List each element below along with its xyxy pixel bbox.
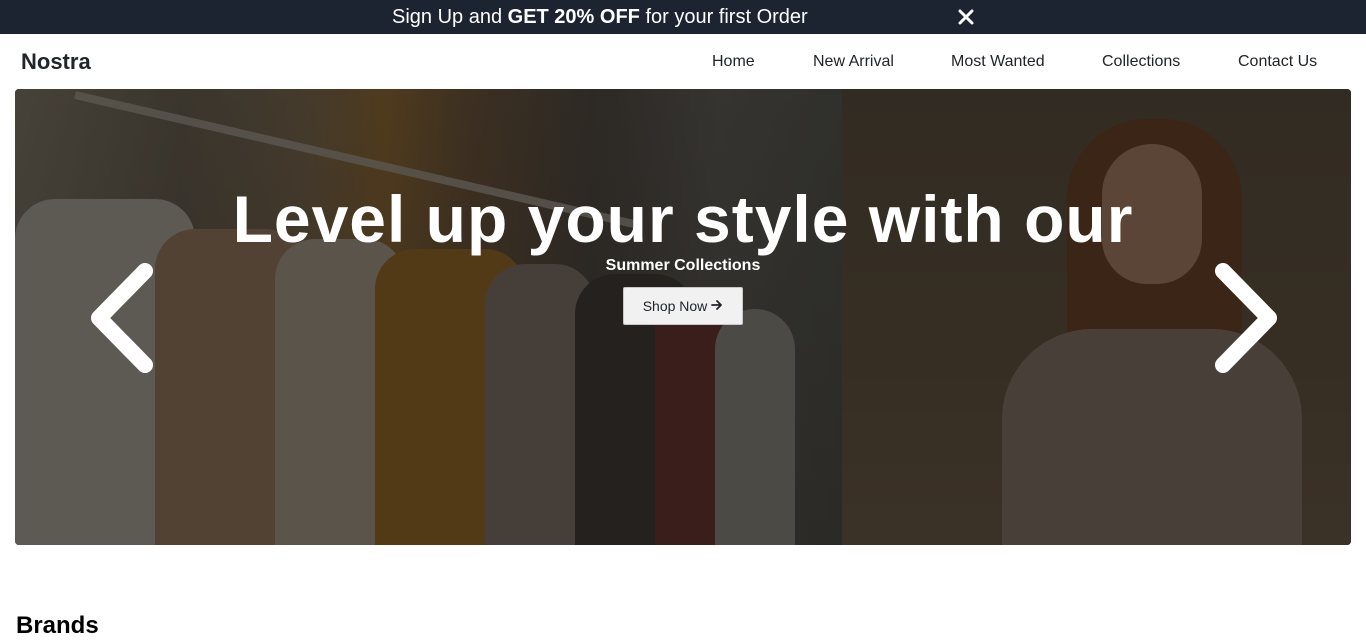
nav-link-contact-us[interactable]: Contact Us xyxy=(1238,53,1317,71)
close-icon[interactable] xyxy=(956,6,976,28)
nav-link-home[interactable]: Home xyxy=(712,53,755,71)
shop-now-label: Shop Now xyxy=(642,298,708,314)
chevron-left-icon[interactable] xyxy=(87,263,157,373)
arrow-right-icon xyxy=(711,298,723,314)
nav-link-collections[interactable]: Collections xyxy=(1102,53,1180,71)
announcement-text: Sign Up and GET 20% OFF for your first O… xyxy=(392,6,808,29)
announcement-highlight: GET 20% OFF xyxy=(507,6,640,28)
chevron-right-icon[interactable] xyxy=(1211,263,1281,373)
announcement-suffix: for your first Order xyxy=(639,6,808,28)
hero-title: Level up your style with our xyxy=(232,182,1134,256)
hero-carousel: Level up your style with our Summer Coll… xyxy=(15,89,1351,545)
announcement-prefix: Sign Up and xyxy=(392,6,508,28)
hero-subtitle: Summer Collections xyxy=(605,257,761,274)
nav-link-most-wanted[interactable]: Most Wanted xyxy=(951,53,1045,71)
nav-link-new-arrival[interactable]: New Arrival xyxy=(813,53,894,71)
navbar: Nostra Home New Arrival Most Wanted Coll… xyxy=(0,34,1366,89)
shop-now-button[interactable]: Shop Now xyxy=(623,287,743,325)
nav-links: Home New Arrival Most Wanted Collections… xyxy=(0,53,1366,73)
brands-heading: Brands xyxy=(16,612,99,639)
announcement-bar: Sign Up and GET 20% OFF for your first O… xyxy=(0,0,1366,34)
